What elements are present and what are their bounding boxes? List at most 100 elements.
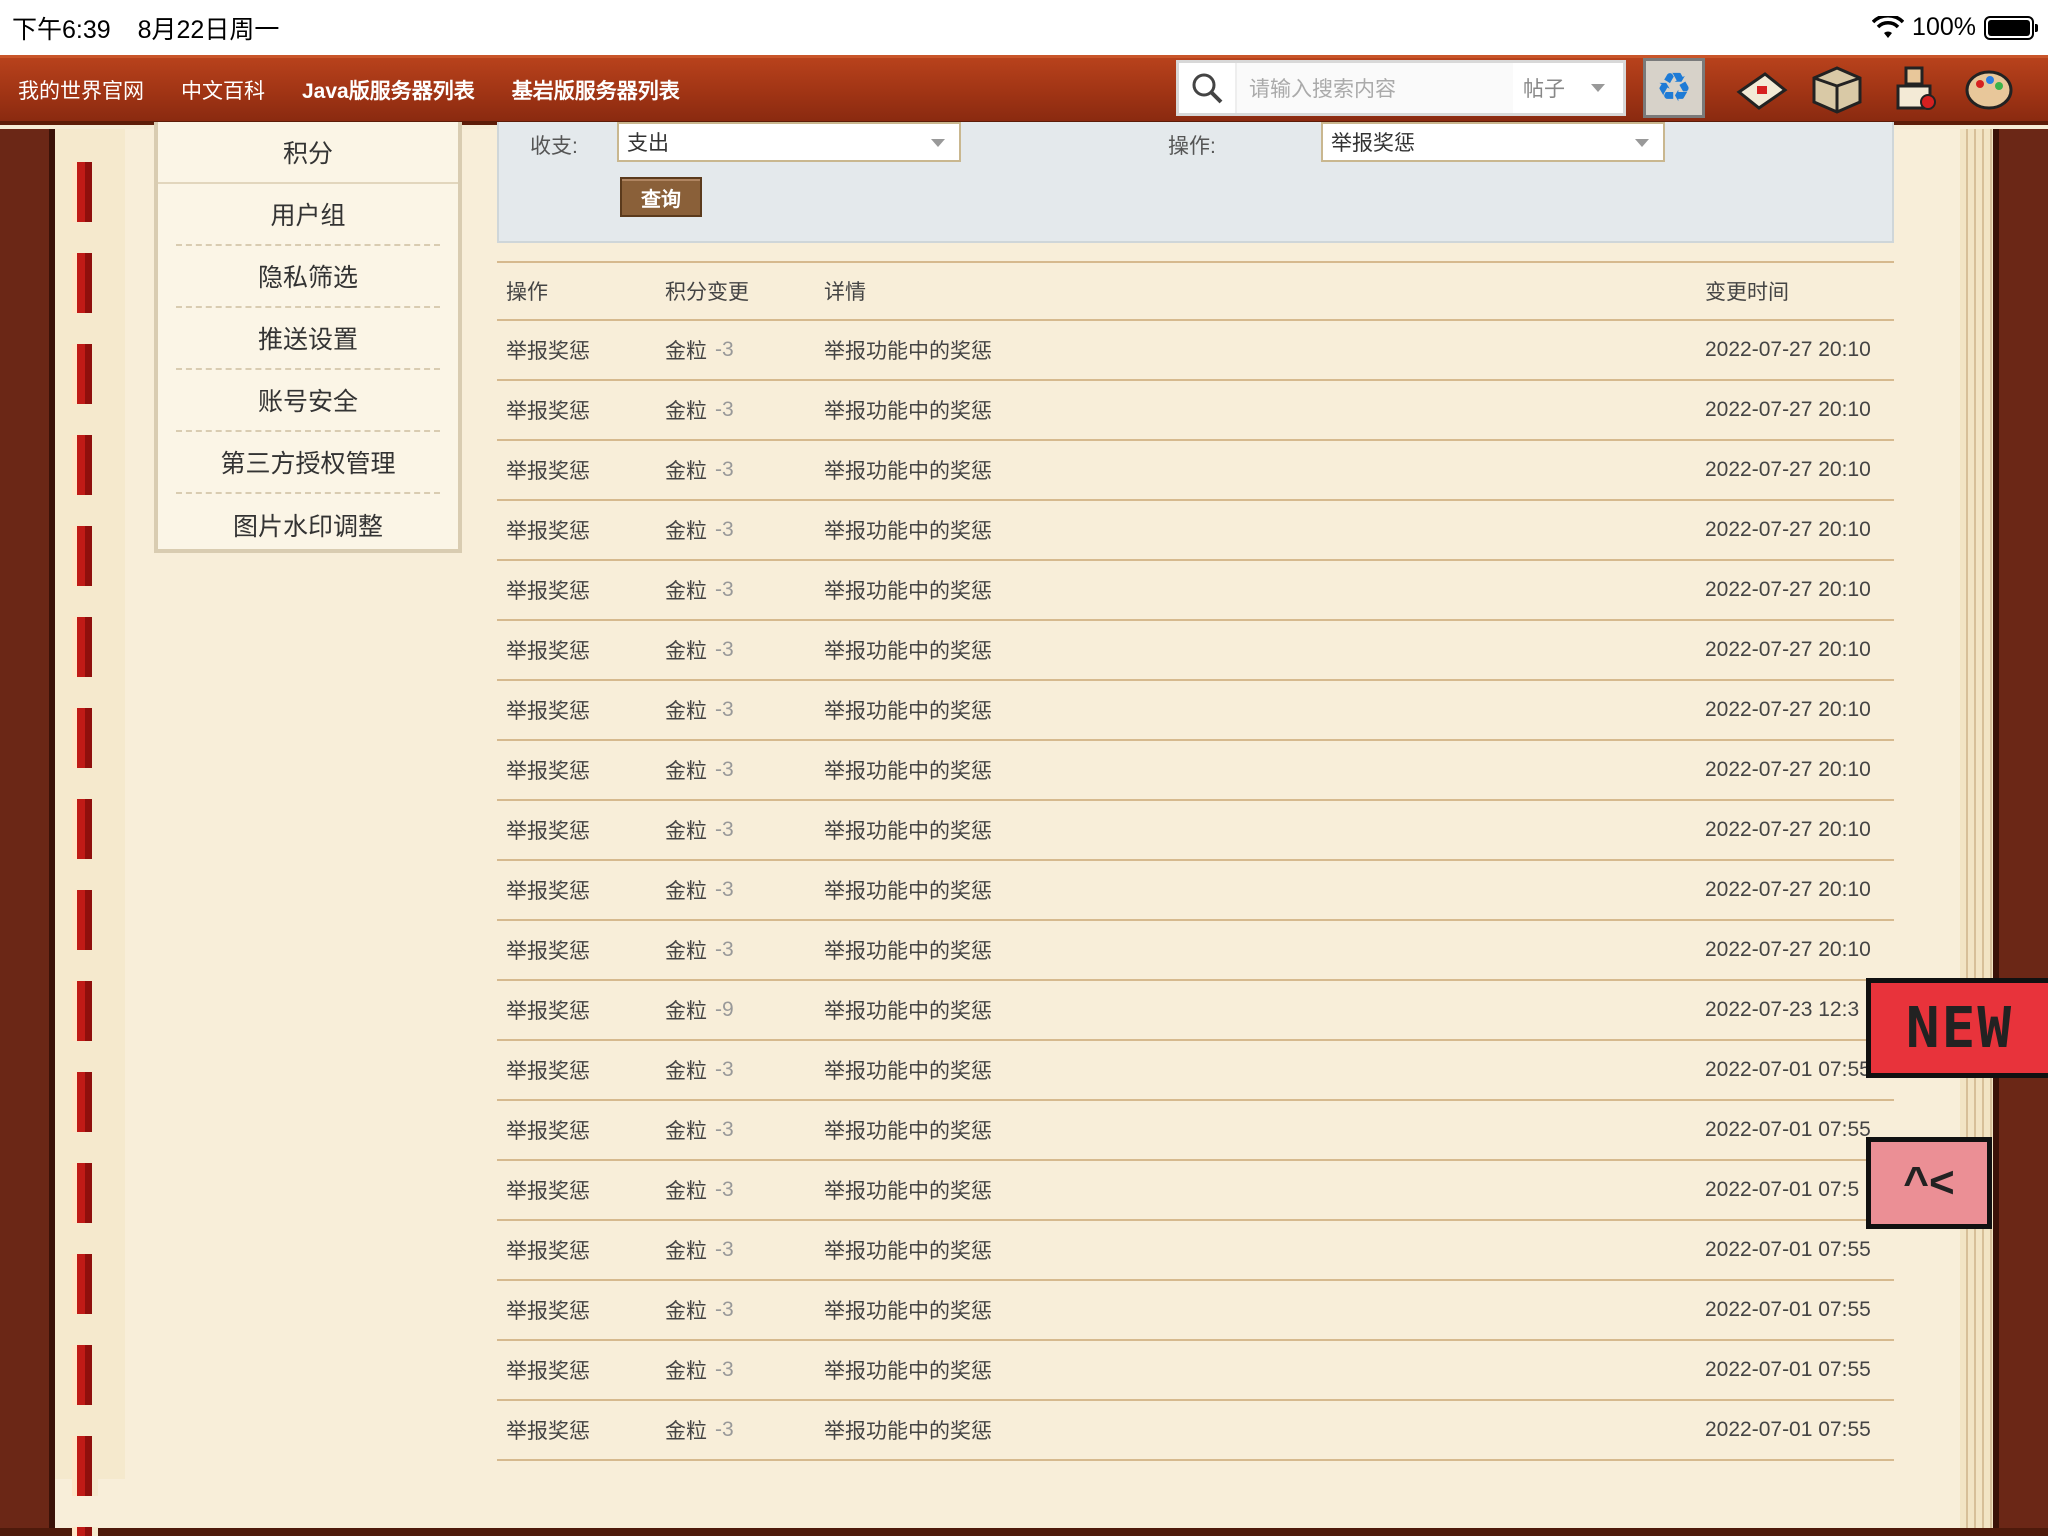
- row-amount: -3: [715, 1118, 734, 1141]
- row-amount: -3: [715, 818, 734, 841]
- row-time: 2022-07-27 20:10: [1705, 698, 1871, 721]
- sidebar-item-label: 推送设置: [257, 326, 358, 354]
- action-select-value: 举报奖惩: [1331, 132, 1415, 155]
- row-currency: 金粒: [665, 580, 707, 603]
- binding-ring: [72, 253, 98, 313]
- row-currency: 金粒: [665, 1360, 707, 1383]
- table-row: 举报奖惩 金粒 -3 举报功能中的奖惩 2022-07-01 07:55: [497, 1401, 1894, 1461]
- row-time: 2022-07-27 20:10: [1705, 458, 1871, 481]
- row-amount: -9: [715, 998, 734, 1021]
- binding-ring: [72, 799, 98, 859]
- row-action: 举报奖惩: [506, 1000, 590, 1023]
- row-points-change: 金粒 -3: [665, 801, 734, 859]
- row-action: 举报奖惩: [506, 460, 590, 483]
- row-currency: 金粒: [665, 1060, 707, 1083]
- filter-panel: 收支: 支出 操作: 举报奖惩 查询: [497, 122, 1894, 243]
- new-badge[interactable]: NEW: [1866, 978, 2048, 1078]
- table-row: 举报奖惩 金粒 -3 举报功能中的奖惩 2022-07-27 20:10: [497, 621, 1894, 681]
- nav-link-official[interactable]: 我的世界官网: [18, 75, 144, 105]
- user-icon[interactable]: [1888, 64, 1942, 114]
- row-currency: 金粒: [665, 940, 707, 963]
- nav-link-java-servers[interactable]: Java版服务器列表: [302, 75, 475, 105]
- row-time: 2022-07-27 20:10: [1705, 398, 1871, 421]
- row-points-change: 金粒 -3: [665, 1281, 734, 1339]
- header-action: 操作: [506, 281, 548, 304]
- row-action: 举报奖惩: [506, 880, 590, 903]
- row-currency: 金粒: [665, 700, 707, 723]
- table-row: 举报奖惩 金粒 -3 举报功能中的奖惩 2022-07-01 07:55: [497, 1041, 1894, 1101]
- sidebar-item-label: 账号安全: [257, 388, 358, 416]
- sidebar-item-third-party-auth[interactable]: 第三方授权管理: [176, 432, 440, 494]
- palette-icon[interactable]: [1962, 64, 2016, 114]
- row-points-change: 金粒 -3: [665, 741, 734, 799]
- recycle-icon[interactable]: ♻: [1643, 58, 1705, 118]
- row-detail: 举报功能中的奖惩: [824, 400, 992, 423]
- table-row: 举报奖惩 金粒 -3 举报功能中的奖惩 2022-07-01 07:55: [497, 1221, 1894, 1281]
- nav-link-bedrock-servers[interactable]: 基岩版服务器列表: [512, 75, 680, 105]
- sidebar-item-label: 图片水印调整: [232, 513, 383, 541]
- row-points-change: 金粒 -3: [665, 381, 734, 439]
- nav-link-wiki[interactable]: 中文百科: [181, 75, 265, 105]
- table-row: 举报奖惩 金粒 -3 举报功能中的奖惩 2022-07-27 20:10: [497, 741, 1894, 801]
- sidebar-item-label: 第三方授权管理: [220, 450, 396, 478]
- battery-icon: [1984, 15, 2038, 40]
- points-log-table: 操作 积分变更 详情 变更时间 举报奖惩 金粒 -3 举报功能中的奖惩 2022-07-…: [497, 261, 1894, 1461]
- mail-icon[interactable]: ^<: [1866, 1137, 1992, 1229]
- row-currency: 金粒: [665, 460, 707, 483]
- package-icon[interactable]: [1810, 64, 1864, 114]
- row-action: 举报奖惩: [506, 1120, 590, 1143]
- settings-sidebar: 积分 用户组 隐私筛选 推送设置 账号安全 第三方授权管理 图片水印调整: [154, 122, 462, 553]
- row-time: 2022-07-27 20:10: [1705, 578, 1871, 601]
- row-points-change: 金粒 -3: [665, 321, 734, 379]
- action-select[interactable]: 举报奖惩: [1321, 122, 1665, 162]
- envelope-icon[interactable]: [1735, 64, 1789, 114]
- row-detail: 举报功能中的奖惩: [824, 1300, 992, 1323]
- table-row: 举报奖惩 金粒 -3 举报功能中的奖惩 2022-07-01 07:55: [497, 1341, 1894, 1401]
- row-action: 举报奖惩: [506, 640, 590, 663]
- search-input[interactable]: 请输入搜索内容: [1235, 63, 1513, 113]
- row-time: 2022-07-01 07:55: [1705, 1298, 1871, 1321]
- header-change-time: 变更时间: [1705, 281, 1789, 304]
- table-row: 举报奖惩 金粒 -3 举报功能中的奖惩 2022-07-27 20:10: [497, 681, 1894, 741]
- sidebar-item-push-settings[interactable]: 推送设置: [176, 308, 440, 370]
- row-action: 举报奖惩: [506, 400, 590, 423]
- sidebar-item-account-security[interactable]: 账号安全: [176, 370, 440, 432]
- header-points-change: 积分变更: [665, 281, 749, 304]
- income-select-value: 支出: [627, 132, 669, 155]
- binding-ring: [72, 708, 98, 768]
- row-points-change: 金粒 -3: [665, 621, 734, 679]
- row-action: 举报奖惩: [506, 1180, 590, 1203]
- binding-ring: [72, 1436, 98, 1496]
- table-row: 举报奖惩 金粒 -3 举报功能中的奖惩 2022-07-27 20:10: [497, 561, 1894, 621]
- query-button[interactable]: 查询: [620, 177, 702, 217]
- status-right: 100%: [1872, 13, 2038, 42]
- income-select[interactable]: 支出: [617, 122, 961, 162]
- sidebar-item-user-group[interactable]: 用户组: [176, 184, 440, 246]
- row-points-change: 金粒 -3: [665, 501, 734, 559]
- row-time: 2022-07-27 20:10: [1705, 758, 1871, 781]
- search-scope-select[interactable]: 帖子: [1513, 73, 1623, 103]
- row-action: 举报奖惩: [506, 700, 590, 723]
- row-time: 2022-07-27 20:10: [1705, 878, 1871, 901]
- row-action: 举报奖惩: [506, 1060, 590, 1083]
- binding-ring: [72, 162, 98, 222]
- row-time: 2022-07-27 20:10: [1705, 818, 1871, 841]
- table-row: 举报奖惩 金粒 -3 举报功能中的奖惩 2022-07-27 20:10: [497, 321, 1894, 381]
- search-icon[interactable]: [1179, 70, 1235, 106]
- binding-ring: [72, 435, 98, 495]
- sidebar-item-watermark[interactable]: 图片水印调整: [176, 494, 440, 556]
- sidebar-item-points[interactable]: 积分: [158, 122, 458, 184]
- status-time: 下午6:39: [12, 15, 111, 44]
- row-action: 举报奖惩: [506, 940, 590, 963]
- row-detail: 举报功能中的奖惩: [824, 760, 992, 783]
- header-detail: 详情: [824, 281, 866, 304]
- binding-ring: [72, 1254, 98, 1314]
- row-action: 举报奖惩: [506, 1420, 590, 1443]
- search-scope-label: 帖子: [1523, 78, 1565, 101]
- sidebar-item-privacy-filter[interactable]: 隐私筛选: [176, 246, 440, 308]
- row-points-change: 金粒 -3: [665, 1401, 734, 1459]
- row-time: 2022-07-27 20:10: [1705, 338, 1871, 361]
- row-action: 举报奖惩: [506, 580, 590, 603]
- row-detail: 举报功能中的奖惩: [824, 820, 992, 843]
- book-frame-bottom: [0, 1528, 2048, 1536]
